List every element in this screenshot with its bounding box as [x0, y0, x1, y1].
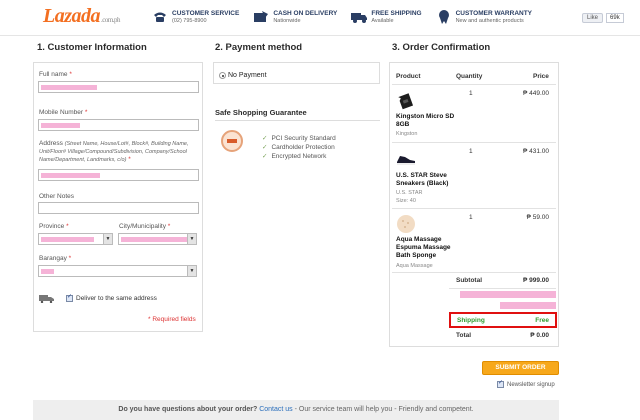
- check-icon: ✓: [262, 144, 268, 151]
- mobile-number-label: Mobile Number *: [39, 109, 88, 116]
- city-label: City/Municipality *: [119, 223, 171, 230]
- item-name[interactable]: Kingston Micro SD 8GB: [396, 113, 466, 129]
- shipping-value: Free: [535, 317, 549, 324]
- province-label: Province *: [39, 223, 69, 230]
- deliver-same-address[interactable]: Deliver to the same address: [63, 293, 157, 302]
- redacted-value: [460, 291, 556, 298]
- redacted-value: [41, 173, 100, 178]
- barangay-label: Barangay *: [39, 255, 72, 262]
- full-name-label: Full name *: [39, 71, 72, 78]
- chevron-down-icon: ▼: [187, 234, 196, 244]
- customer-info-heading: 1. Customer Information: [37, 42, 147, 53]
- item-brand: Kingston: [396, 131, 418, 137]
- bullet-item: ✓ PCI Security Standard: [262, 135, 336, 142]
- truck-icon: [351, 13, 368, 23]
- bullet-item: ✓ Encrypted Network: [262, 153, 327, 160]
- security-bullets: ✓ PCI Security Standard ✓ Cardholder Prote…: [262, 134, 336, 161]
- item-name[interactable]: Aqua Massage Espuma Massage Bath Sponge: [396, 236, 466, 260]
- divider: [392, 142, 556, 143]
- shipping-label: Shipping: [457, 317, 485, 324]
- feature-customer-service: Customer Service (02) 795-8900: [152, 10, 239, 25]
- divider: [449, 288, 556, 289]
- feature-customer-warranty: Customer Warranty New and authentic produ…: [436, 10, 532, 25]
- no-payment-radio[interactable]: [219, 72, 226, 79]
- chevron-down-icon: ▼: [103, 234, 112, 244]
- item-brand: U.S. STAR: [396, 190, 423, 196]
- chevron-down-icon: ▼: [187, 266, 196, 276]
- redacted-value: [41, 269, 54, 274]
- item-price: ₱ 449.00: [522, 90, 549, 97]
- subtotal-label: Subtotal: [456, 277, 482, 284]
- redacted-value: [41, 123, 80, 128]
- redacted-value: [121, 237, 187, 242]
- divider: [215, 120, 380, 121]
- total-label: Total: [456, 332, 472, 339]
- divider: [392, 84, 556, 85]
- item-size: Size: 40: [396, 198, 416, 204]
- feature-free-shipping: Free Shipping Available: [351, 10, 422, 25]
- facebook-like: Like 69k: [582, 13, 624, 23]
- item-price: ₱ 59.00: [526, 214, 549, 221]
- help-footer: Do you have questions about your order? …: [33, 400, 559, 420]
- redacted-value: [41, 85, 97, 90]
- item-brand: Aqua Massage: [396, 263, 433, 269]
- product-thumbnail-sneakers: [397, 156, 415, 165]
- barangay-select[interactable]: ▼: [38, 265, 197, 277]
- submit-order-button[interactable]: SUBMIT ORDER: [482, 361, 559, 375]
- divider: [392, 272, 556, 273]
- contact-us-link[interactable]: Contact us: [259, 406, 292, 413]
- order-confirmation-heading: 3. Order Confirmation: [392, 42, 491, 53]
- feature-cash-on-delivery: Cash on Delivery Nationwide: [253, 10, 337, 25]
- item-quantity: 1: [469, 148, 473, 155]
- col-price-header: Price: [533, 73, 549, 80]
- redacted-value: [500, 302, 556, 309]
- phone-icon: [154, 12, 166, 22]
- check-icon: ✓: [262, 135, 268, 142]
- safe-shopping-seal-icon: [221, 130, 243, 152]
- address-label: Address (Street Name, House/Lot#, Block#…: [39, 140, 189, 163]
- col-quantity-header: Quantity: [456, 73, 483, 80]
- no-payment-label: No Payment: [228, 72, 267, 79]
- warranty-badge-icon: [438, 10, 449, 24]
- newsletter-checkbox[interactable]: [497, 379, 504, 388]
- cash-on-delivery-icon: [254, 11, 269, 22]
- item-quantity: 1: [469, 214, 473, 221]
- product-thumbnail-microsd: [398, 93, 414, 110]
- divider: [392, 208, 556, 209]
- check-icon: ✓: [262, 153, 268, 160]
- redacted-value: [41, 237, 94, 242]
- like-count: 69k: [606, 13, 624, 23]
- other-notes-field[interactable]: [38, 202, 199, 214]
- item-quantity: 1: [469, 90, 473, 97]
- col-product-header: Product: [396, 73, 421, 80]
- subtotal-value: ₱ 999.00: [522, 277, 549, 284]
- safe-shopping-title: Safe Shopping Guarantee: [215, 108, 307, 117]
- truck-icon: [39, 295, 54, 303]
- lazada-logo[interactable]: Lazada.com.ph: [43, 5, 121, 28]
- like-button[interactable]: Like: [582, 13, 604, 23]
- other-notes-label: Other Notes: [39, 193, 75, 200]
- payment-method-heading: 2. Payment method: [215, 42, 303, 53]
- required-fields-note: * Required fields: [148, 316, 196, 323]
- deliver-same-checkbox[interactable]: [66, 293, 73, 302]
- site-header: Lazada.com.ph Customer Service (02) 795-8…: [0, 0, 640, 36]
- feature-strip: Customer Service (02) 795-8900 Cash on De…: [152, 10, 546, 25]
- product-thumbnail-sponge: [397, 215, 415, 233]
- newsletter-signup[interactable]: Newsletter signup: [494, 379, 555, 388]
- bullet-item: ✓ Cardholder Protection: [262, 144, 335, 151]
- item-name[interactable]: U.S. STAR Steve Sneakers (Black): [396, 172, 466, 188]
- item-price: ₱ 431.00: [522, 148, 549, 155]
- total-value: ₱ 0.00: [530, 332, 549, 339]
